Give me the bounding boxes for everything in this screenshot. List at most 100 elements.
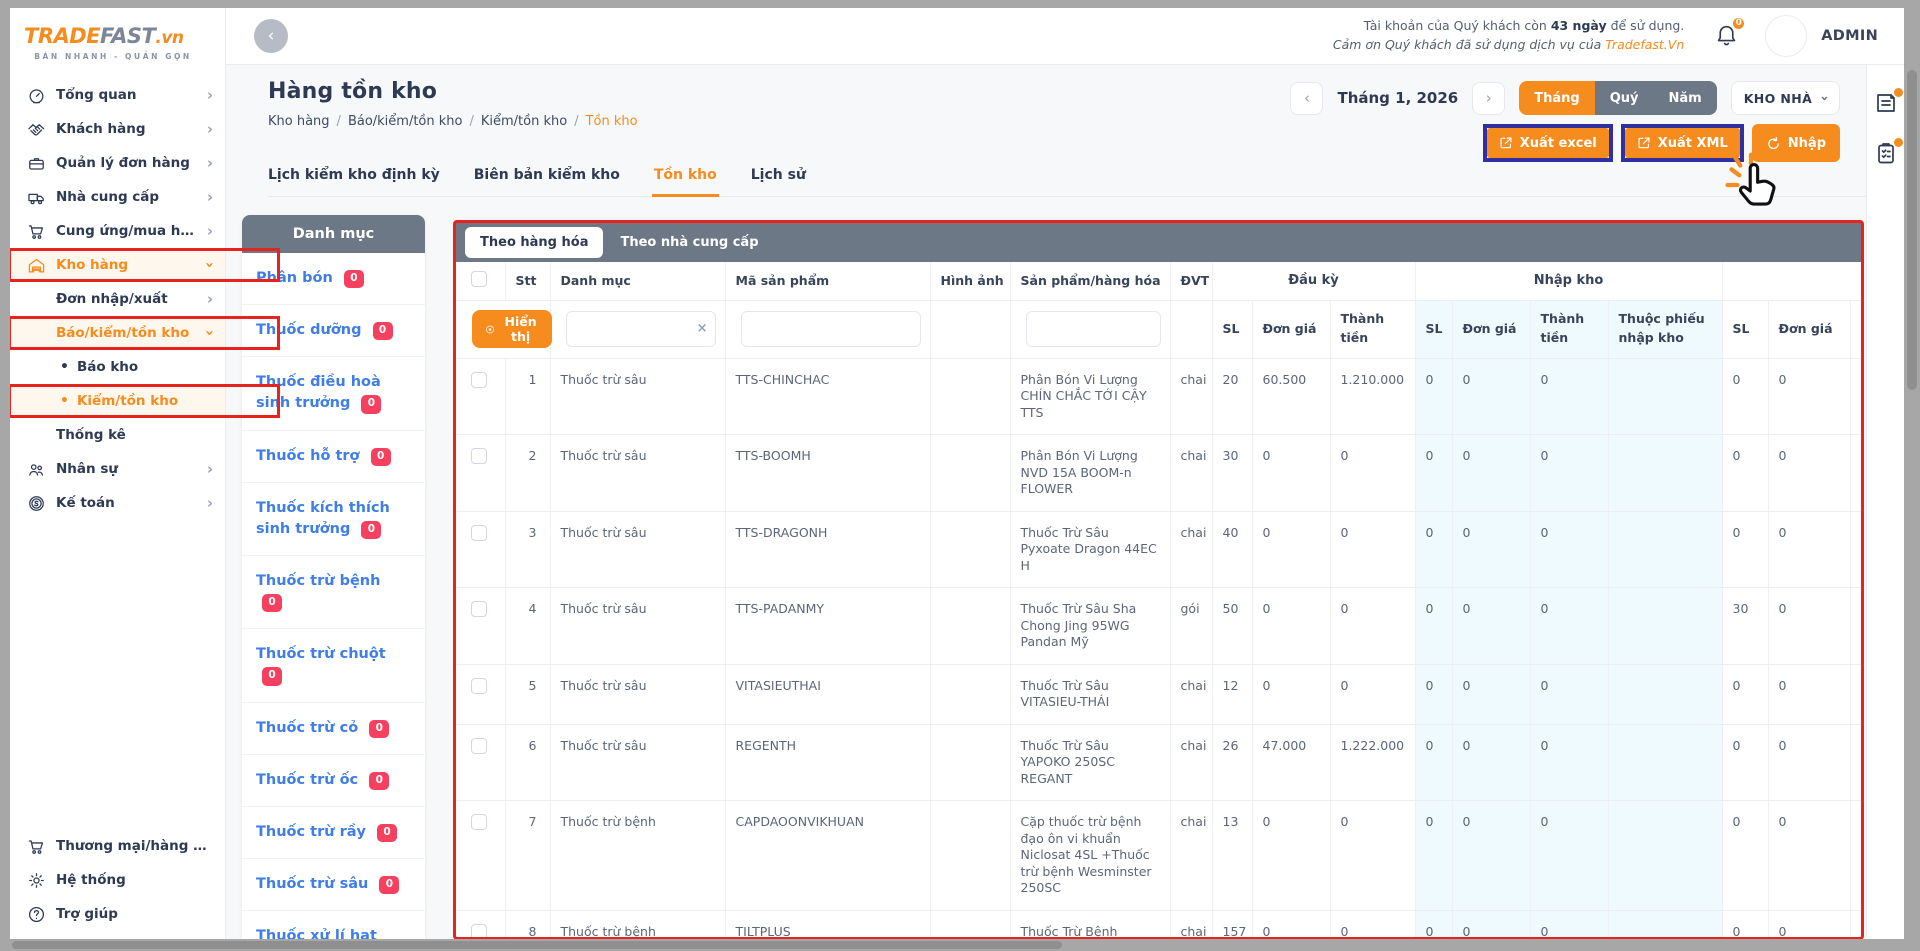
category-item-thuoc-kich-thich-sinh-truong[interactable]: Thuốc kích thích sinh trưởng 0 — [242, 483, 425, 556]
sidebar-item-quan-ly-don-hang[interactable]: Quản lý đơn hàng› — [10, 146, 225, 180]
category-item-thuoc-tru-chuot[interactable]: Thuốc trừ chuột 0 — [242, 629, 425, 702]
row-checkbox[interactable] — [471, 924, 487, 939]
import-button[interactable]: Nhập — [1752, 124, 1840, 162]
sidebar-item-khach-hang[interactable]: Khách hàng› — [10, 112, 225, 146]
subcol-dauky-sl: SL — [1212, 300, 1252, 358]
breadcrumb-kiem-ton-kho[interactable]: Kiểm/tồn kho — [481, 114, 567, 129]
sidebar-item-ke-toan[interactable]: Kế toán› — [10, 486, 225, 520]
warehouse-select[interactable]: KHO NHÀ › — [1731, 81, 1840, 115]
cart-icon — [26, 836, 46, 856]
category-item-phan-bon[interactable]: Phân bón 0 — [242, 253, 425, 305]
show-button[interactable]: Hiển thị — [472, 310, 552, 348]
cell-ma-san-pham: REGENTH — [725, 724, 930, 801]
tab-lich-kiem-kho-dinh-ky[interactable]: Lịch kiểm kho định kỳ — [268, 167, 440, 183]
column-header-san-pham: Sản phẩm/hàng hóa — [1010, 262, 1170, 300]
sidebar-item-nhan-su[interactable]: Nhân sự› — [10, 452, 225, 486]
category-item-thuoc-xu-li-hat-giong[interactable]: Thuốc xử lí hạt giống 0 — [242, 911, 425, 939]
logo-tagline: BÁN NHANH - QUẢN GỌN — [24, 52, 202, 61]
sidebar-item-cung-ung-mua-hang[interactable]: Cung ứng/mua hàng› — [10, 214, 225, 248]
topbar-right: Tài khoản của Quý khách còn 43 ngày để s… — [1333, 15, 1878, 57]
annotation-box-export-excel: Xuất excel — [1483, 124, 1613, 162]
horizontal-scrollbar[interactable] — [12, 941, 1062, 949]
view-tab-theo-nha-cung-cap[interactable]: Theo nhà cung cấp — [605, 227, 773, 258]
view-tab-theo-hang-hoa[interactable]: Theo hàng hóa — [465, 227, 603, 258]
breadcrumb-bao-kiem-ton-kho[interactable]: Báo/kiểm/tồn kho — [348, 114, 463, 129]
category-item-thuoc-duong[interactable]: Thuốc dưỡng 0 — [242, 305, 425, 357]
tab-lich-su[interactable]: Lịch sử — [751, 167, 806, 183]
table-row: 8Thuốc trừ bệnhTILTPLUSThuốc Trừ Bệnh Am… — [455, 910, 1862, 938]
import-icon — [1766, 136, 1781, 151]
cell-stt: 3 — [505, 511, 550, 588]
cell-xuat-don-gia: 0 — [1768, 358, 1850, 435]
select-all-checkbox[interactable] — [471, 271, 487, 287]
row-checkbox[interactable] — [471, 738, 487, 754]
app-logo[interactable]: TRADEFAST.vn BÁN NHANH - QUẢN GỌN — [10, 8, 225, 61]
segment-quy[interactable]: Quý — [1595, 81, 1654, 115]
cell-checkbox — [455, 910, 505, 938]
row-checkbox[interactable] — [471, 814, 487, 830]
segment-nam[interactable]: Năm — [1654, 81, 1717, 115]
user-name[interactable]: ADMIN — [1821, 28, 1878, 44]
category-item-thuoc-tru-co[interactable]: Thuốc trừ cỏ 0 — [242, 703, 425, 755]
sidebar-item-label: Hệ thống — [56, 872, 213, 888]
export-xml-button[interactable]: Xuất XML — [1625, 128, 1740, 158]
vertical-scrollbar[interactable] — [1907, 70, 1917, 390]
sidebar-item-don-nhap-xuat[interactable]: Đơn nhập/xuất› — [10, 282, 225, 316]
cell-nhapkho-sl: 0 — [1415, 435, 1452, 512]
sidebar-item-tong-quan[interactable]: Tổng quan› — [10, 78, 225, 112]
sidebar-item-thuong-mai-hang-hoa[interactable]: Thương mại/hàng hóa — [10, 829, 225, 863]
row-checkbox[interactable] — [471, 601, 487, 617]
row-checkbox[interactable] — [471, 372, 487, 388]
cell-danh-muc: Thuốc trừ sâu — [550, 435, 725, 512]
clear-filter-icon[interactable]: × — [697, 319, 708, 339]
breadcrumb-separator: / — [469, 114, 473, 129]
row-checkbox[interactable] — [471, 448, 487, 464]
cell-hinh-anh — [930, 358, 1010, 435]
filter-input-san-pham[interactable] — [1026, 311, 1161, 347]
cell-nhapkho-don-gia: 0 — [1452, 910, 1530, 938]
chevron-right-icon: › — [207, 494, 213, 512]
sidebar-item-kiem-ton-kho[interactable]: •Kiểm/tồn kho — [10, 384, 225, 418]
account-brand-link[interactable]: Tradefast.Vn — [1605, 37, 1684, 52]
cell-dauky-thanh-tien: 0 — [1330, 801, 1415, 911]
notifications-button[interactable]: 0 — [1714, 22, 1739, 51]
cell-ma-san-pham: TILTPLUS — [725, 910, 930, 938]
category-label: Thuốc dưỡng — [256, 322, 362, 338]
tasks-panel-button[interactable] — [1874, 141, 1898, 165]
annotation-box-export-xml: Xuất XML — [1621, 124, 1744, 162]
filter-input-ma-san-pham[interactable] — [741, 311, 921, 347]
sidebar-item-thong-ke[interactable]: Thống kê — [10, 418, 225, 452]
avatar[interactable] — [1765, 15, 1807, 57]
category-item-thuoc-dieu-hoa-sinh-truong[interactable]: Thuốc điều hoà sinh trưởng 0 — [242, 357, 425, 430]
notes-panel-button[interactable] — [1874, 91, 1898, 115]
column-header-ma-san-pham: Mã sản phẩm — [725, 262, 930, 300]
category-item-thuoc-tru-oc[interactable]: Thuốc trừ ốc 0 — [242, 755, 425, 807]
tab-bien-ban-kiem-kho[interactable]: Biên bản kiểm kho — [474, 167, 620, 183]
category-item-thuoc-ho-tro[interactable]: Thuốc hỗ trợ 0 — [242, 431, 425, 483]
row-checkbox[interactable] — [471, 678, 487, 694]
category-item-thuoc-tru-ray[interactable]: Thuốc trừ rầy 0 — [242, 807, 425, 859]
segment-thang[interactable]: Tháng — [1519, 81, 1594, 115]
row-checkbox[interactable] — [471, 525, 487, 541]
sidebar-item-nha-cung-cap[interactable]: Nhà cung cấp› — [10, 180, 225, 214]
tab-ton-kho[interactable]: Tồn kho — [654, 167, 717, 183]
sidebar-item-he-thong[interactable]: Hệ thống — [10, 863, 225, 897]
breadcrumb-kho-hang[interactable]: Kho hàng — [268, 114, 330, 129]
sidebar-item-kho-hang[interactable]: Kho hàng› — [10, 248, 225, 282]
filter-input-danh-muc[interactable] — [566, 311, 716, 347]
sidebar-item-tro-giup[interactable]: Trợ giúp — [10, 897, 225, 931]
next-period-button[interactable]: › — [1472, 82, 1505, 115]
back-button[interactable]: ‹ — [254, 19, 288, 53]
cell-dauky-don-gia: 0 — [1252, 435, 1330, 512]
export-excel-button[interactable]: Xuất excel — [1487, 128, 1609, 158]
category-item-thuoc-tru-sau[interactable]: Thuốc trừ sâu 0 — [242, 859, 425, 911]
logo-trade: TRADE — [24, 24, 100, 48]
prev-period-button[interactable]: ‹ — [1290, 82, 1323, 115]
category-item-thuoc-tru-benh[interactable]: Thuốc trừ bệnh 0 — [242, 556, 425, 629]
sidebar-item-bao-kiem-ton-kho[interactable]: Báo/kiểm/tồn kho› — [10, 316, 225, 350]
subcol-dauky-thanh-tien: Thành tiền — [1330, 300, 1415, 358]
sidebar-item-bao-kho[interactable]: •Báo kho — [10, 350, 225, 384]
cell-ma-san-pham: TTS-PADANMY — [725, 588, 930, 665]
cell-dauky-sl: 26 — [1212, 724, 1252, 801]
chevron-right-icon: › — [207, 222, 213, 240]
